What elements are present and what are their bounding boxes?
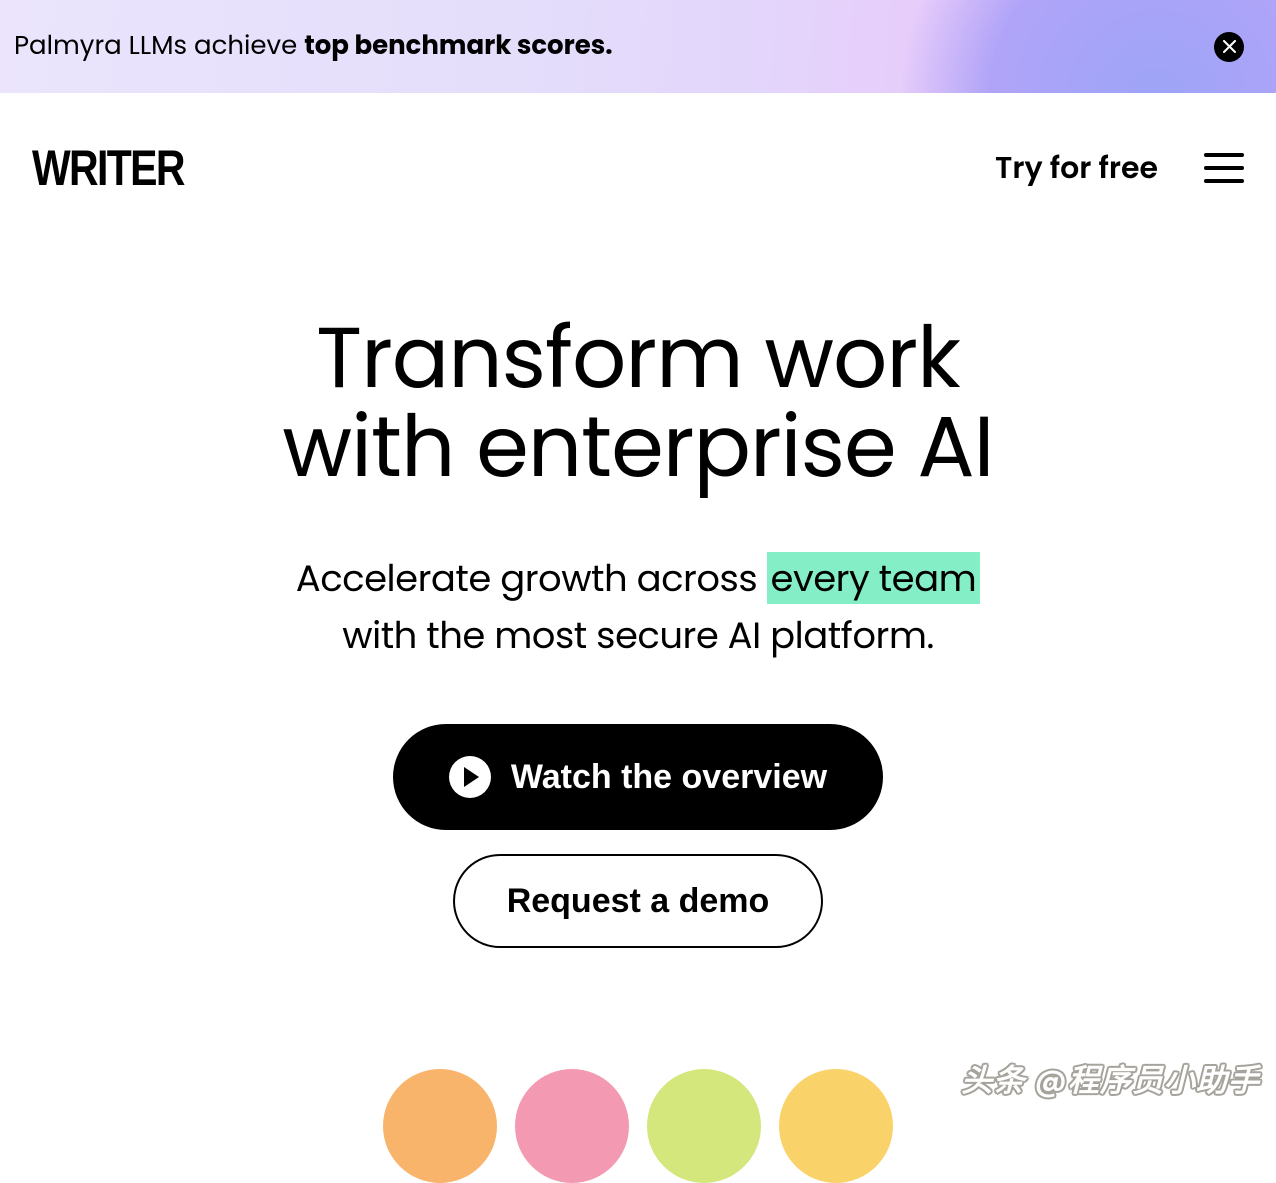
banner-text-bold: top benchmark scores. xyxy=(304,28,612,64)
hamburger-bar-icon xyxy=(1204,153,1244,157)
decorative-bubbles xyxy=(383,1069,893,1183)
subhead-pre: Accelerate growth across xyxy=(296,552,767,604)
request-demo-button[interactable]: Request a demo xyxy=(453,854,824,948)
headline-line2: with enterprise AI xyxy=(282,387,993,506)
watch-overview-button[interactable]: Watch the overview xyxy=(393,724,883,830)
hero-subhead: Accelerate growth across every team with… xyxy=(0,550,1276,665)
banner-text-pre: Palmyra LLMs achieve xyxy=(14,28,304,64)
bubble-icon xyxy=(383,1069,497,1183)
request-demo-label: Request a demo xyxy=(507,884,770,918)
hamburger-bar-icon xyxy=(1204,179,1244,183)
banner-text: Palmyra LLMs achieve top benchmark score… xyxy=(14,27,613,66)
subhead-highlight: every team xyxy=(767,552,981,604)
banner-close-button[interactable] xyxy=(1214,32,1244,62)
watch-overview-label: Watch the overview xyxy=(511,760,827,794)
hamburger-bar-icon xyxy=(1204,166,1244,170)
bubble-icon xyxy=(647,1069,761,1183)
try-for-free-link[interactable]: Try for free xyxy=(995,145,1158,191)
hero-section: Transform work with enterprise AI Accele… xyxy=(0,213,1276,948)
menu-button[interactable] xyxy=(1204,153,1244,183)
logo[interactable]: WRITER xyxy=(32,139,184,197)
subhead-line2: with the most secure AI platform. xyxy=(342,609,933,661)
watermark: 头条 @程序员小助手 xyxy=(961,1055,1260,1104)
announcement-banner[interactable]: Palmyra LLMs achieve top benchmark score… xyxy=(0,0,1276,93)
nav-right: Try for free xyxy=(995,145,1244,191)
main-nav: WRITER Try for free xyxy=(0,93,1276,213)
bubble-icon xyxy=(779,1069,893,1183)
close-icon xyxy=(1223,40,1236,53)
bubble-icon xyxy=(515,1069,629,1183)
play-icon xyxy=(449,756,491,798)
hero-actions: Watch the overview Request a demo xyxy=(0,724,1276,948)
hero-headline: Transform work with enterprise AI xyxy=(0,313,1276,492)
